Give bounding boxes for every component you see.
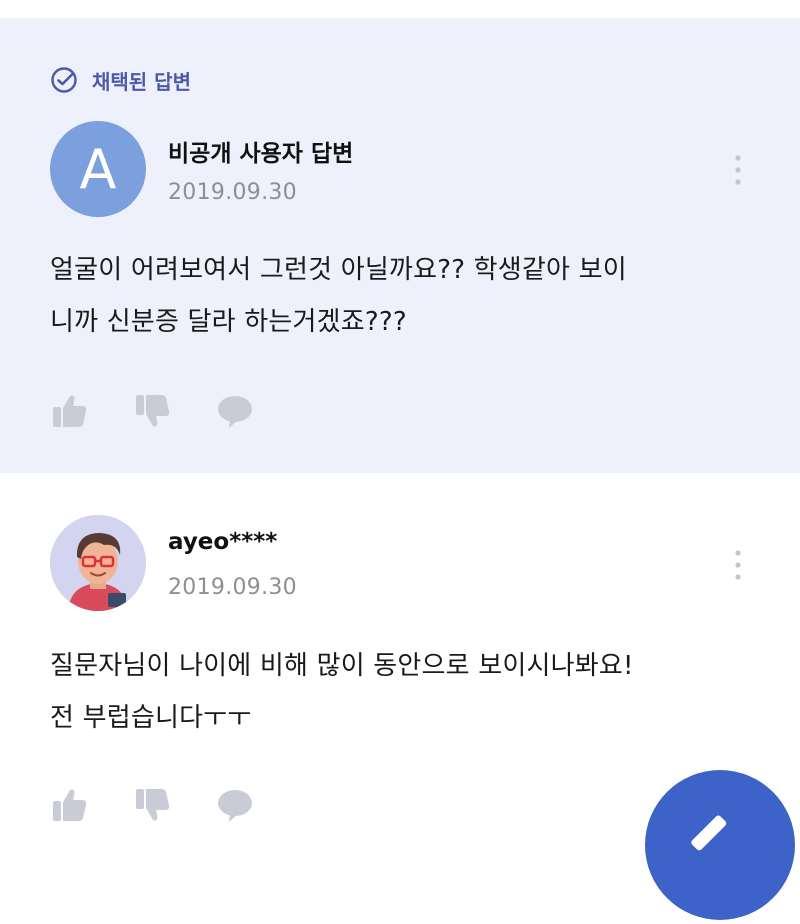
answer-date: 2019.09.30 [168, 575, 297, 600]
answer-date: 2019.09.30 [168, 180, 297, 205]
answer-line: 전 부럽습니다ㅜㅜ [50, 703, 252, 733]
avatar[interactable]: A [50, 121, 146, 217]
answer-body: 질문자님이 나이에 비해 많이 동안으로 보이시나봐요! 전 부럽습니다ㅜㅜ [50, 640, 750, 744]
accepted-badge-label: 채택된 답변 [92, 69, 191, 94]
answer-body: 얼굴이 어려보여서 그런것 아닐까요?? 학생같아 보이 니까 신분증 달라 하… [50, 244, 750, 348]
user-avatar-icon [50, 515, 146, 611]
pencil-icon [691, 815, 727, 851]
avatar[interactable] [50, 515, 146, 611]
answer-line: 얼굴이 어려보여서 그런것 아닐까요?? 학생같아 보이 [50, 255, 627, 285]
comment-icon[interactable] [215, 391, 255, 431]
thumbs-up-icon[interactable] [50, 391, 90, 431]
avatar-letter: A [79, 137, 117, 201]
answer-line: 질문자님이 나이에 비해 많이 동안으로 보이시나봐요! [50, 651, 634, 681]
more-vertical-icon[interactable] [728, 548, 748, 582]
thumbs-down-icon[interactable] [133, 785, 173, 825]
comment-icon[interactable] [215, 785, 255, 825]
check-circle-icon [51, 67, 77, 93]
author-name: ayeo**** [168, 529, 278, 555]
top-strip [0, 0, 800, 18]
more-vertical-icon[interactable] [728, 153, 748, 187]
accepted-badge: 채택된 답변 [50, 65, 191, 95]
answer-line: 니까 신분증 달라 하는거겠죠??? [50, 307, 407, 337]
write-answer-button[interactable] [645, 770, 795, 920]
author-name: 비공개 사용자 답변 [168, 141, 354, 167]
thumbs-down-icon[interactable] [133, 391, 173, 431]
accepted-answer-card: 채택된 답변 A 비공개 사용자 답변 2019.09.30 얼굴이 어려보여서… [0, 18, 800, 473]
thumbs-up-icon[interactable] [50, 785, 90, 825]
